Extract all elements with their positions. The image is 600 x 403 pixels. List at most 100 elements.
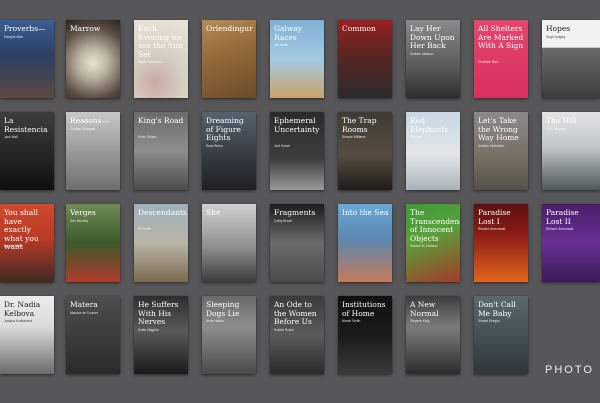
- book-cover[interactable]: La Resistencia Jack Wall: [0, 112, 54, 190]
- book-cover[interactable]: Common: [338, 20, 392, 98]
- cover-title: Common: [342, 24, 376, 33]
- cover-title: Let's Take the Wrong Way Home: [478, 116, 519, 142]
- book-cover[interactable]: Dr. Nadia Kelbova Justyna Kurlhanová: [0, 296, 54, 374]
- cover-author: Jord Kerwe: [274, 143, 291, 148]
- cover-author: Helen Maguire: [138, 327, 159, 332]
- cover-author: Joe Smith: [274, 43, 289, 47]
- cover-author: Ed Smith: [138, 227, 151, 231]
- book-cover[interactable]: She: [202, 204, 256, 282]
- brand-logo[interactable]: PHOTO: [545, 364, 594, 376]
- cover-author: Maurice de Courcer: [70, 310, 98, 315]
- cover-author: Dan Mundey: [70, 218, 89, 223]
- cover-author: Sarah Collins: [4, 244, 23, 248]
- cover-title: Don't Call Me Baby: [478, 300, 516, 318]
- cover-title: Proverbs—: [4, 24, 46, 33]
- cover-author: Charlotte Hart: [478, 60, 498, 64]
- book-cover[interactable]: Hopes Hugh Quigley: [542, 20, 600, 98]
- cover-title: Ephemeral Uncertainty: [274, 116, 320, 134]
- cover-author: Stephen Kelly: [410, 319, 430, 323]
- book-cover[interactable]: Into the Sea: [338, 204, 392, 282]
- cover-title: The Hill: [546, 116, 577, 125]
- book-cover[interactable]: An Ode to the Women Before Us Sophie Roch…: [270, 296, 324, 374]
- cover-author: Niamh Smith: [342, 319, 361, 323]
- cover-title: Red Elephants: [410, 116, 449, 134]
- cover-title: An Ode to the Women Before Us: [274, 300, 317, 326]
- cover-title: She: [206, 208, 221, 217]
- book-cover[interactable]: Sleeping Dogs Lie Anne Haaba: [202, 296, 256, 374]
- cover-title: King's Road: [138, 116, 184, 125]
- book-cover[interactable]: The Transcendence of Innocent ObjectsSam…: [406, 204, 460, 282]
- book-cover[interactable]: Proverbs— Dwayne Allen: [0, 20, 54, 98]
- cover-author: Sean Bresn: [206, 143, 223, 148]
- cover-title: Reasons—: [70, 116, 110, 125]
- cover-title: All Shelters Are Marked With A Sign: [478, 24, 524, 50]
- cover-title: Paradise Lost II: [546, 208, 579, 226]
- book-cover[interactable]: King's Road Kevin Schaw: [134, 112, 188, 190]
- book-cover[interactable]: Lay Her Down Upon Her Back Andrew Jackson: [406, 20, 460, 98]
- cover-author: Sinead Keegan: [478, 319, 500, 323]
- cover-title: Fragments: [274, 208, 316, 217]
- cover-author: Dwayne Allen: [4, 34, 24, 39]
- cover-title: Verges: [70, 208, 96, 217]
- cover-author: Kevin Schaw: [138, 135, 157, 139]
- cover-title: The Trap Rooms: [342, 116, 377, 134]
- cover-author: Samuel M. Dawson: [410, 244, 438, 248]
- book-cover[interactable]: The Hill Ruth Vaughan: [542, 112, 600, 190]
- cover-title: Matera: [70, 300, 98, 309]
- cover-author: Andrew Jackson: [410, 51, 434, 56]
- book-cover[interactable]: All Shelters Are Marked With A Sign Charl…: [474, 20, 528, 98]
- cover-author: Tiri Hugh: [410, 135, 423, 139]
- cover-title: Each Evening we see the Sun Set: [138, 24, 183, 59]
- cover-title: Descendants: [138, 208, 187, 217]
- cover-author: Bowie Rowlands: [138, 60, 162, 64]
- cover-title: Dreaming of Figure Eights: [206, 116, 244, 142]
- book-cover[interactable]: Descendants Ed Smith: [134, 204, 188, 282]
- book-cover[interactable]: Galway Races Joe Smith: [270, 20, 324, 98]
- book-cover[interactable]: Don't Call Me Baby Sinead Keegan: [474, 296, 528, 374]
- cover-title: La Resistencia: [4, 116, 48, 134]
- cover-title: A New Normal: [410, 300, 439, 318]
- book-cover[interactable]: Paradise Lost II Richard Greenwald: [542, 204, 600, 282]
- cover-title: Hopes: [546, 24, 571, 33]
- cover-title: Paradise Lost I: [478, 208, 511, 226]
- cover-title: Dr. Nadia Kelbova: [4, 300, 41, 318]
- book-cover[interactable]: The Trap Rooms Simone Williams: [338, 112, 392, 190]
- cover-author: Ruth Vaughan: [546, 126, 567, 131]
- book-cover[interactable]: Marrow: [66, 20, 120, 98]
- book-cover[interactable]: Fragments Cathy Brown: [270, 204, 324, 282]
- book-cover[interactable]: A New Normal Stephen Kelly: [406, 296, 460, 374]
- book-cover[interactable]: Verges Dan Mundey: [66, 204, 120, 282]
- cover-title: Galway Races: [274, 24, 302, 42]
- book-cover[interactable]: Institutions of Home Niamh Smith: [338, 296, 392, 374]
- cover-title: Into the Sea: [342, 208, 389, 217]
- cover-title: Lay Her Down Upon Her Back: [410, 24, 455, 50]
- book-cover[interactable]: Each Evening we see the Sun Set Bowie Row…: [134, 20, 188, 98]
- cover-title: Institutions of Home: [342, 300, 386, 318]
- book-cover[interactable]: He Suffers With His Nerves Helen Maguire: [134, 296, 188, 374]
- cover-author: Cathy Brown: [274, 218, 293, 223]
- cover-title: Sleeping Dogs Lie: [206, 300, 240, 318]
- cover-title: He Suffers With His Nerves: [138, 300, 179, 326]
- cover-author: Richard Greenwald: [478, 227, 506, 231]
- cover-author: Colman Grimwald: [70, 126, 96, 131]
- cover-author: Sophie Roche: [274, 327, 295, 332]
- cover-author: Jack Wall: [4, 135, 18, 139]
- book-cover[interactable]: Matera Maurice de Courcer: [66, 296, 120, 374]
- cover-title: The Transcendence of Innocent Objects: [410, 208, 460, 243]
- book-cover[interactable]: You shall have exactly what you want Sara…: [0, 204, 54, 282]
- book-cover[interactable]: Orlendingur: [202, 20, 256, 98]
- cover-author: Hugh Quigley: [546, 34, 566, 39]
- book-cover[interactable]: Red Elephants Tiri Hugh: [406, 112, 460, 190]
- cover-author: Richard Greenwald: [546, 227, 574, 231]
- cover-author: Andrew Kimberton: [478, 143, 505, 148]
- cover-author: Simone Williams: [342, 135, 366, 139]
- book-cover[interactable]: Reasons— Colman Grimwald: [66, 112, 120, 190]
- cover-author: Justyna Kurlhanová: [4, 319, 32, 323]
- cover-title: Marrow: [70, 24, 101, 33]
- cover-title: Orlendingur: [206, 24, 253, 33]
- book-cover[interactable]: Ephemeral Uncertainty Jord Kerwe: [270, 112, 324, 190]
- book-cover[interactable]: Dreaming of Figure Eights Sean Bresn: [202, 112, 256, 190]
- book-cover[interactable]: Let's Take the Wrong Way Home Andrew Kimb…: [474, 112, 528, 190]
- book-cover[interactable]: Paradise Lost I Richard Greenwald: [474, 204, 528, 282]
- cover-author: Anne Haaba: [206, 319, 224, 323]
